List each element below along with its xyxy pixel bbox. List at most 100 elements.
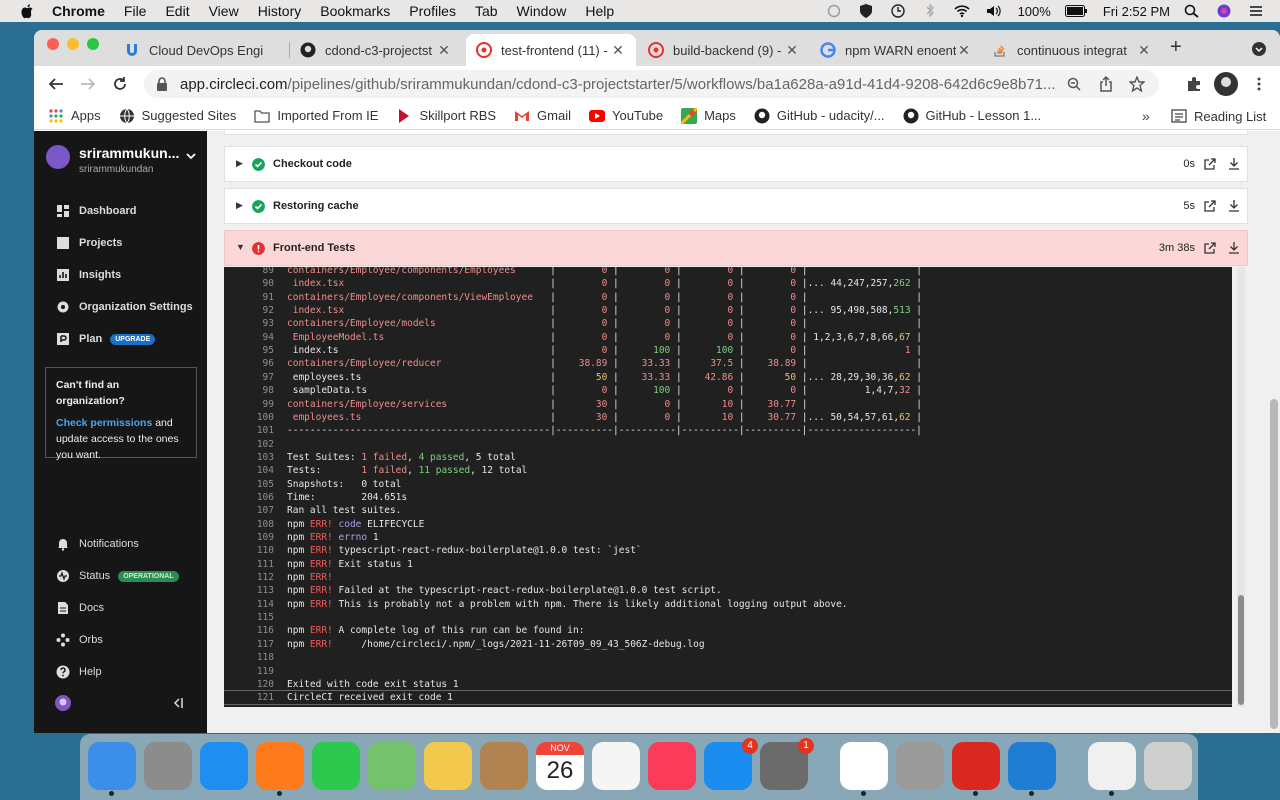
menu-file[interactable]: File xyxy=(124,3,147,19)
new-tab-button[interactable]: + xyxy=(1170,36,1182,59)
sidebar-item-plan[interactable]: Plan UPGRADE xyxy=(56,329,156,349)
apple-icon[interactable] xyxy=(20,3,36,19)
maps-icon[interactable] xyxy=(368,742,416,790)
extensions-puzzle-icon[interactable] xyxy=(1186,76,1202,92)
reminders-icon[interactable] xyxy=(592,742,640,790)
more-bookmarks-icon[interactable]: » xyxy=(1142,108,1150,124)
menu-history[interactable]: History xyxy=(258,3,302,19)
step-checkout-code[interactable]: ▶ Checkout code 0s xyxy=(224,146,1248,182)
tab-udacity[interactable]: Cloud DevOps Engi xyxy=(114,34,290,66)
menu-edit[interactable]: Edit xyxy=(165,3,189,19)
bookmark-imported-from-ie[interactable]: Imported From IE xyxy=(254,108,378,124)
shield-icon[interactable] xyxy=(858,4,874,18)
bookmark-github-lesson[interactable]: GitHub - Lesson 1... xyxy=(903,108,1041,124)
menu-profiles[interactable]: Profiles xyxy=(409,3,456,19)
menu-tab[interactable]: Tab xyxy=(475,3,498,19)
trash-icon[interactable] xyxy=(1144,742,1192,790)
sidebar-item-dashboard[interactable]: Dashboard xyxy=(56,201,136,221)
bookmark-maps[interactable]: Maps xyxy=(681,107,736,124)
launchpad-icon[interactable] xyxy=(144,742,192,790)
close-tab-icon[interactable]: ✕ xyxy=(610,42,626,59)
facetime-icon[interactable] xyxy=(312,742,360,790)
check-permissions-link[interactable]: Check permissions xyxy=(56,417,152,429)
battery-icon[interactable] xyxy=(1064,4,1087,18)
page-scrollbar[interactable] xyxy=(1268,131,1280,733)
scrollbar-thumb[interactable] xyxy=(1270,399,1278,729)
collapse-sidebar-icon[interactable] xyxy=(172,697,184,709)
close-tab-icon[interactable]: ✕ xyxy=(436,42,452,59)
bookmark-star-icon[interactable] xyxy=(1129,76,1145,92)
tab-continuous-integration[interactable]: continuous integrat ✕ xyxy=(982,34,1162,66)
close-tab-icon[interactable]: ✕ xyxy=(784,42,800,59)
menu-chrome[interactable]: Chrome xyxy=(52,3,105,19)
calendar-icon[interactable]: NOV 26 xyxy=(536,742,584,790)
wifi-icon[interactable] xyxy=(954,4,970,18)
tab-test-frontend[interactable]: test-frontend (11) - ✕ xyxy=(466,34,636,66)
download-icon[interactable] xyxy=(1228,157,1240,170)
menu-window[interactable]: Window xyxy=(517,3,567,19)
expand-arrow-icon[interactable]: ▶ xyxy=(236,200,243,211)
minimize-window-button[interactable] xyxy=(67,38,79,50)
siri-icon[interactable] xyxy=(1216,4,1232,18)
time-machine-icon[interactable] xyxy=(890,4,906,18)
upgrade-badge[interactable]: UPGRADE xyxy=(110,333,156,345)
step-restoring-cache[interactable]: ▶ Restoring cache 5s xyxy=(224,188,1248,224)
close-tab-icon[interactable]: ✕ xyxy=(1136,42,1152,59)
bluetooth-icon[interactable] xyxy=(922,4,938,18)
spotlight-icon[interactable] xyxy=(1184,4,1200,18)
reading-list[interactable]: Reading List xyxy=(1171,108,1266,124)
close-tab-icon[interactable]: ✕ xyxy=(956,42,972,59)
forward-arrow-icon[interactable] xyxy=(80,76,96,92)
control-center-icon[interactable] xyxy=(1248,4,1264,18)
download-icon[interactable] xyxy=(1228,241,1240,254)
appstore-icon[interactable]: 4 xyxy=(704,738,758,790)
sidebar-item-notifications[interactable]: Notifications xyxy=(56,534,139,554)
tab-search-icon[interactable] xyxy=(1252,42,1266,56)
menu-bookmarks[interactable]: Bookmarks xyxy=(320,3,390,19)
system-preferences-icon[interactable]: 1 xyxy=(760,738,814,790)
bookmark-youtube[interactable]: YouTube xyxy=(589,108,663,124)
firefox-icon[interactable] xyxy=(256,742,304,796)
sidebar-item-help[interactable]: Help xyxy=(56,662,102,682)
bookmark-apps[interactable]: Apps xyxy=(48,108,101,124)
safari-icon[interactable] xyxy=(200,742,248,790)
chrome-menu-icon[interactable] xyxy=(1256,76,1262,92)
calculator-icon[interactable] xyxy=(896,742,944,790)
zoom-icon[interactable] xyxy=(1067,77,1081,91)
bookmark-github-udacity[interactable]: GitHub - udacity/... xyxy=(754,108,885,124)
back-arrow-icon[interactable] xyxy=(48,76,64,92)
sidebar-item-insights[interactable]: Insights xyxy=(56,265,121,285)
acrobat-icon[interactable] xyxy=(952,742,1000,796)
zoom-window-button[interactable] xyxy=(87,38,99,50)
address-bar[interactable]: app.circleci.com/pipelines/github/sriram… xyxy=(144,70,1159,98)
scrollbar-thumb[interactable] xyxy=(1238,595,1244,705)
sidebar-item-status[interactable]: Status OPERATIONAL xyxy=(56,566,179,586)
clock[interactable]: Fri 2:52 PM xyxy=(1103,4,1170,19)
lock-icon[interactable] xyxy=(156,77,168,91)
tab-github[interactable]: cdond-c3-projectst ✕ xyxy=(290,34,462,66)
sidebar-item-projects[interactable]: Projects xyxy=(56,233,122,253)
download-icon[interactable] xyxy=(1228,199,1240,212)
close-window-button[interactable] xyxy=(47,38,59,50)
share-icon[interactable] xyxy=(1099,76,1113,92)
sync-icon[interactable] xyxy=(826,4,842,18)
expand-arrow-icon[interactable]: ▶ xyxy=(236,158,243,169)
volume-icon[interactable] xyxy=(986,4,1002,18)
sidebar-item-orbs[interactable]: Orbs xyxy=(56,630,103,650)
tab-npm-warn[interactable]: npm WARN enoent ✕ xyxy=(810,34,982,66)
music-icon[interactable] xyxy=(648,742,696,790)
user-avatar[interactable] xyxy=(55,695,71,711)
bookmark-suggested-sites[interactable]: Suggested Sites xyxy=(119,108,236,124)
contacts-icon[interactable] xyxy=(480,742,528,790)
vscode-icon[interactable] xyxy=(1008,742,1056,796)
terminal-output[interactable]: 89 containers/Employee/components/Employe… xyxy=(224,267,1232,707)
collapse-arrow-icon[interactable]: ▼ xyxy=(236,242,245,252)
open-external-icon[interactable] xyxy=(1204,158,1216,170)
reload-icon[interactable] xyxy=(112,76,128,92)
sidebar-item-docs[interactable]: Docs xyxy=(56,598,104,618)
profile-avatar-icon[interactable] xyxy=(1214,72,1238,96)
photos-icon[interactable] xyxy=(424,742,472,790)
chrome-icon[interactable] xyxy=(840,742,888,796)
bookmark-skillport[interactable]: Skillport RBS xyxy=(396,108,496,124)
tab-build-backend[interactable]: build-backend (9) - ✕ xyxy=(638,34,810,66)
